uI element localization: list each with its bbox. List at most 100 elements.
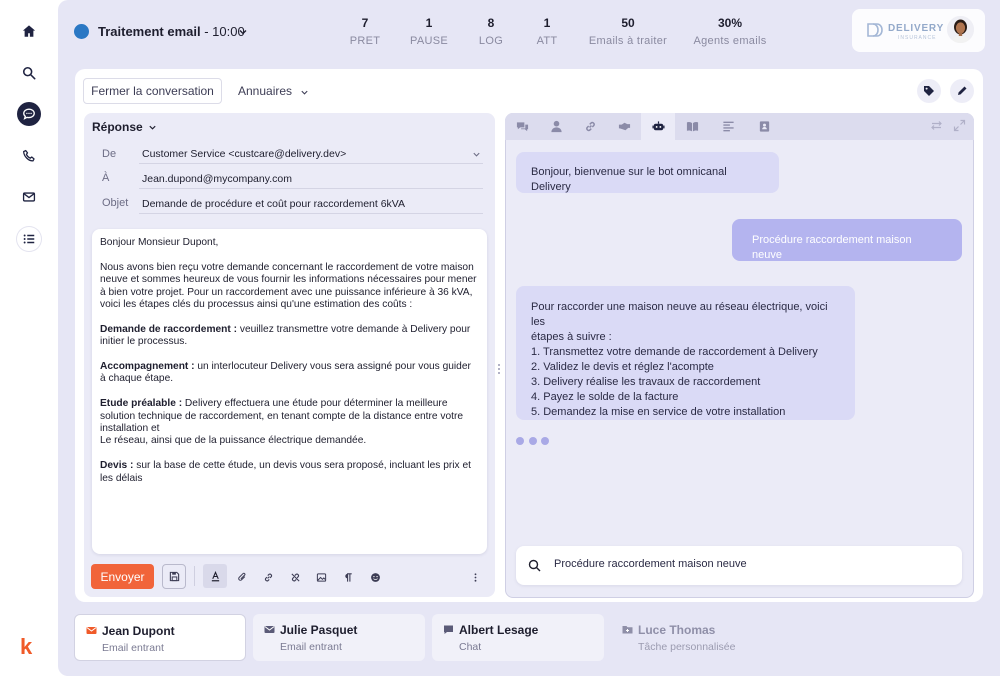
text-format-button[interactable]: [203, 564, 227, 588]
mail-icon[interactable]: [17, 185, 41, 209]
stat-label: Agents emails: [693, 35, 767, 47]
chat-bubbles-icon: [516, 122, 528, 132]
conversation-name: Albert Lesage: [459, 623, 539, 637]
stat-value: 50: [621, 16, 635, 30]
chat-icon[interactable]: [17, 102, 41, 126]
stat-value: 1: [543, 16, 551, 30]
body-step-1: Demande de raccordement : veuillez trans…: [100, 324, 479, 349]
chevron-down-icon[interactable]: [238, 27, 248, 37]
swap-icon[interactable]: [930, 119, 943, 132]
subject-label: Objet: [102, 197, 129, 209]
address-book-icon: [759, 121, 769, 132]
more-vertical-icon: [474, 572, 476, 582]
bot-message-line: 2. Validez le devis et réglez l'acompte: [531, 361, 714, 373]
step-title: Demande de raccordement :: [100, 323, 238, 335]
image-button[interactable]: [311, 567, 331, 587]
from-field[interactable]: Customer Service <custcare@delivery.dev>: [142, 148, 346, 160]
tab-links[interactable]: [573, 113, 607, 140]
paragraph-button[interactable]: [338, 567, 358, 587]
conversation-type: Chat: [459, 641, 482, 653]
activity-selector[interactable]: Traitement email - 10:00: [98, 24, 245, 39]
tag-button[interactable]: [917, 79, 941, 103]
brand-subtitle: INSURANCE: [898, 35, 937, 41]
email-body-editor[interactable]: Bonjour Monsieur Dupont, Nous avons bien…: [92, 229, 487, 554]
tab-bot[interactable]: [641, 113, 675, 140]
bot-message-line: Pour raccorder une maison neuve au résea…: [531, 301, 828, 328]
paperclip-icon: [237, 572, 245, 581]
step-title: Accompagnement :: [100, 361, 195, 373]
bot-message: Pour raccorder une maison neuve au résea…: [516, 286, 855, 420]
subject-field[interactable]: Demande de procédure et coût pour raccor…: [142, 198, 405, 210]
directories-dropdown[interactable]: Annuaires: [238, 84, 292, 98]
tab-handshake[interactable]: [607, 113, 641, 140]
search-icon[interactable]: [17, 61, 41, 85]
align-left-icon: [722, 121, 734, 132]
unlink-button[interactable]: [285, 567, 305, 587]
step-text: Le réseau, ainsi que de la puissance éle…: [100, 435, 367, 447]
link-button[interactable]: [258, 567, 278, 587]
avatar[interactable]: [947, 16, 974, 43]
chat-icon: [444, 625, 453, 634]
pilcrow-icon: [344, 572, 352, 582]
stat-att: 1 ATT: [507, 16, 587, 47]
folder-icon: [622, 626, 633, 634]
link-icon: [264, 573, 272, 581]
send-button[interactable]: Envoyer: [91, 564, 154, 589]
mail-icon: [264, 626, 275, 633]
link-icon: [585, 121, 595, 132]
handshake-icon: [618, 122, 630, 131]
chevron-down-icon[interactable]: [148, 123, 157, 132]
text-color-icon: [211, 570, 219, 581]
book-icon: [686, 122, 698, 132]
home-icon[interactable]: [17, 19, 41, 43]
pencil-icon: [958, 86, 967, 95]
stat-label: ATT: [536, 35, 558, 47]
app-logo[interactable]: k: [20, 634, 32, 660]
chevron-down-icon[interactable]: [300, 88, 309, 97]
phone-icon[interactable]: [17, 144, 41, 168]
emoji-button[interactable]: [365, 567, 385, 587]
edit-button[interactable]: [950, 79, 974, 103]
tab-notes[interactable]: [711, 113, 745, 140]
stat-value: 30%: [717, 16, 743, 30]
bot-message-line: 1. Transmettez votre demande de raccorde…: [531, 346, 818, 358]
body-intro: Nous avons bien reçu votre demande conce…: [100, 261, 477, 311]
resize-handle-icon[interactable]: [497, 363, 501, 375]
more-options-button[interactable]: [465, 567, 485, 587]
conversation-name: Jean Dupont: [102, 624, 175, 638]
conversation-name: Luce Thomas: [638, 623, 716, 637]
unlink-icon: [290, 572, 300, 582]
conversation-tab-albert-lesage[interactable]: Albert Lesage Chat: [432, 614, 604, 661]
list-icon[interactable]: [17, 227, 41, 251]
bot-message-line: 4. Payez le solde de la facture: [531, 391, 679, 403]
image-icon: [316, 572, 326, 582]
conversation-tab-julie-pasquet[interactable]: Julie Pasquet Email entrant: [253, 614, 425, 661]
tab-knowledge[interactable]: [675, 113, 709, 140]
bot-message: Bonjour, bienvenue sur le bot omnicanal …: [516, 152, 779, 193]
attach-button[interactable]: [232, 567, 252, 587]
divider: [139, 213, 483, 214]
bot-message-line: étapes à suivre :: [531, 331, 612, 343]
step-title: Devis :: [100, 460, 134, 472]
reply-mode-dropdown[interactable]: Réponse: [92, 120, 143, 134]
robot-icon: [651, 121, 665, 131]
divider: [139, 163, 483, 164]
user-icon: [550, 120, 562, 133]
brand-logo-icon: [867, 23, 883, 37]
tab-contact[interactable]: [539, 113, 573, 140]
brand-name: DELIVERY: [888, 23, 945, 34]
conversation-tab-jean-dupont[interactable]: Jean Dupont Email entrant: [74, 614, 246, 661]
conversation-tab-luce-thomas[interactable]: Luce Thomas Tâche personnalisée: [611, 614, 783, 661]
save-draft-button[interactable]: [162, 564, 186, 589]
expand-icon[interactable]: [953, 119, 966, 132]
body-step-4: Devis : sur la base de cette étude, un d…: [100, 460, 479, 485]
chat-search-input[interactable]: Procédure raccordement maison neuve: [516, 546, 962, 585]
to-field[interactable]: Jean.dupond@mycompany.com: [142, 173, 292, 185]
sidebar: k: [0, 0, 58, 676]
tab-conversations[interactable]: [505, 113, 539, 140]
search-icon: [528, 559, 541, 572]
tab-contacts-book[interactable]: [747, 113, 781, 140]
close-conversation-button[interactable]: Fermer la conversation: [83, 78, 222, 104]
step-text: sur la base de cette étude, un devis vou…: [100, 460, 471, 484]
chevron-down-icon[interactable]: [472, 150, 481, 159]
